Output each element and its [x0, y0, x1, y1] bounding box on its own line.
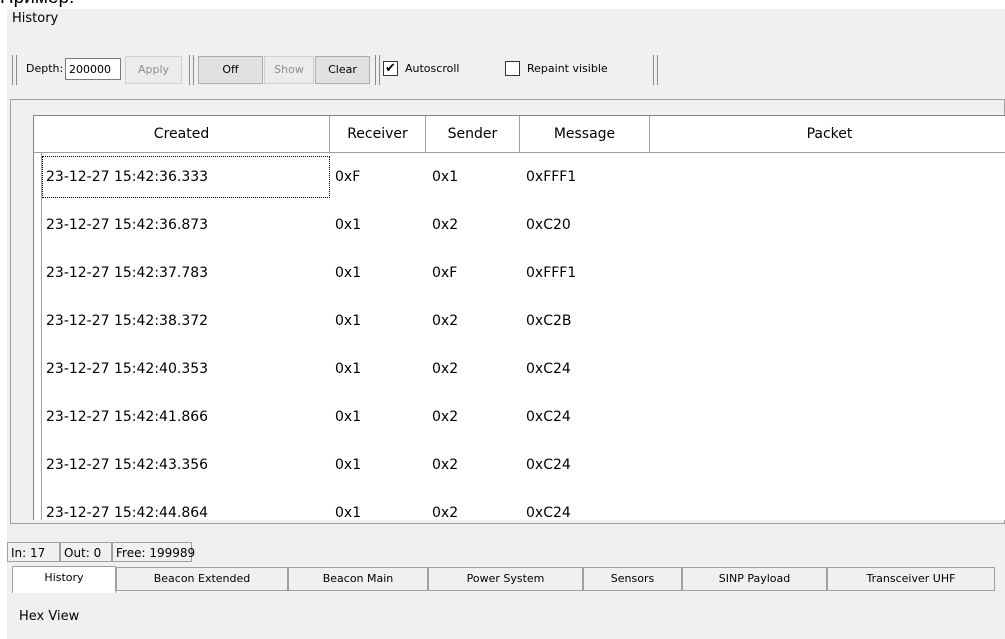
cell-receiver[interactable]: 0x1	[335, 489, 361, 520]
tab-history[interactable]: History	[12, 566, 116, 593]
column-header-created[interactable]: Created	[34, 116, 330, 153]
column-header-sender[interactable]: Sender	[426, 116, 520, 153]
cell-sender[interactable]: 0x2	[432, 393, 458, 441]
apply-button[interactable]: Apply	[125, 56, 182, 84]
cell-receiver[interactable]: 0x1	[335, 345, 361, 393]
cell-sender[interactable]: 0xF	[432, 249, 457, 297]
repaint-visible-label[interactable]: Repaint visible	[527, 62, 608, 75]
table-row[interactable]: 23-12-27 15:42:37.783 0x1 0xF 0xFFF1	[34, 249, 1005, 297]
cell-message[interactable]: 0xC20	[526, 201, 571, 249]
table-row[interactable]: 23-12-27 15:42:43.356 0x1 0x2 0xC24	[34, 441, 1005, 489]
cell-message[interactable]: 0xFFF1	[526, 153, 576, 201]
repaint-visible-checkbox[interactable]	[505, 61, 520, 76]
cell-message[interactable]: 0xFFF1	[526, 249, 576, 297]
tab-sensors[interactable]: Sensors	[583, 567, 682, 591]
autoscroll-checkbox[interactable]: ✔	[383, 61, 398, 76]
table-row[interactable]: 23-12-27 15:42:36.333 0xF 0x1 0xFFF1	[34, 153, 1005, 201]
clear-button[interactable]: Clear	[315, 56, 370, 84]
cell-sender[interactable]: 0x2	[432, 489, 458, 520]
cell-created[interactable]: 23-12-27 15:42:40.353	[46, 345, 208, 393]
caption-text: Пример:	[0, 0, 74, 9]
cell-created[interactable]: 23-12-27 15:42:37.783	[46, 249, 208, 297]
cell-receiver[interactable]: 0x1	[335, 393, 361, 441]
tab-strip: History Beacon Extended Beacon Main Powe…	[7, 566, 1005, 593]
history-window: History Depth: 200000 Apply Off Show Cle…	[7, 9, 1005, 639]
tab-beacon-extended[interactable]: Beacon Extended	[116, 567, 288, 591]
status-free: Free: 199989	[112, 542, 195, 562]
row-indicator	[34, 201, 42, 249]
toolbar-grip[interactable]	[375, 55, 380, 85]
depth-input[interactable]: 200000	[65, 58, 121, 80]
toolbar-grip[interactable]	[189, 55, 194, 85]
cell-receiver[interactable]: 0x1	[335, 297, 361, 345]
cell-created[interactable]: 23-12-27 15:42:44.864	[46, 489, 208, 520]
cell-sender[interactable]: 0x2	[432, 345, 458, 393]
cell-sender[interactable]: 0x2	[432, 201, 458, 249]
row-indicator	[34, 345, 42, 393]
row-indicator	[34, 393, 42, 441]
row-indicator	[34, 489, 42, 520]
off-button[interactable]: Off	[198, 56, 263, 84]
table-row[interactable]: 23-12-27 15:42:40.353 0x1 0x2 0xC24	[34, 345, 1005, 393]
cell-message[interactable]: 0xC2B	[526, 297, 571, 345]
cell-sender[interactable]: 0x2	[432, 441, 458, 489]
table-row[interactable]: 23-12-27 15:42:41.866 0x1 0x2 0xC24	[34, 393, 1005, 441]
hex-view-title: Hex View	[19, 609, 80, 624]
cell-receiver[interactable]: 0x1	[335, 249, 361, 297]
cell-created[interactable]: 23-12-27 15:42:43.356	[46, 441, 208, 489]
status-out: Out: 0	[60, 542, 112, 562]
cell-created[interactable]: 23-12-27 15:42:36.333	[46, 153, 208, 201]
toolbar: Depth: 200000 Apply Off Show Clear ✔ Aut…	[12, 53, 997, 87]
autoscroll-label[interactable]: Autoscroll	[405, 62, 459, 75]
toolbar-grip[interactable]	[12, 55, 17, 85]
cell-receiver[interactable]: 0x1	[335, 201, 361, 249]
tab-beacon-main[interactable]: Beacon Main	[288, 567, 428, 591]
cell-sender[interactable]: 0x2	[432, 297, 458, 345]
row-indicator	[34, 153, 42, 201]
messages-table[interactable]: Created Receiver Sender Message Packet 2…	[33, 115, 1005, 520]
row-indicator	[34, 249, 42, 297]
cell-message[interactable]: 0xC24	[526, 489, 571, 520]
table-row[interactable]: 23-12-27 15:42:36.873 0x1 0x2 0xC20	[34, 201, 1005, 249]
table-row[interactable]: 23-12-27 15:42:38.372 0x1 0x2 0xC2B	[34, 297, 1005, 345]
row-indicator	[34, 297, 42, 345]
status-in: In: 17	[7, 542, 60, 562]
show-button[interactable]: Show	[264, 56, 314, 84]
cell-created[interactable]: 23-12-27 15:42:36.873	[46, 201, 208, 249]
column-header-packet[interactable]: Packet	[650, 116, 1005, 153]
cell-message[interactable]: 0xC24	[526, 441, 571, 489]
toolbar-grip[interactable]	[653, 55, 658, 85]
tab-power-system[interactable]: Power System	[428, 567, 583, 591]
cell-created[interactable]: 23-12-27 15:42:38.372	[46, 297, 208, 345]
cell-created[interactable]: 23-12-27 15:42:41.866	[46, 393, 208, 441]
cell-message[interactable]: 0xC24	[526, 393, 571, 441]
table-row[interactable]: 23-12-27 15:42:44.864 0x1 0x2 0xC24	[34, 489, 1005, 520]
cell-receiver[interactable]: 0xF	[335, 153, 360, 201]
row-indicator	[34, 441, 42, 489]
cell-sender[interactable]: 0x1	[432, 153, 458, 201]
cell-message[interactable]: 0xC24	[526, 345, 571, 393]
window-title: History	[12, 11, 59, 26]
cell-receiver[interactable]: 0x1	[335, 441, 361, 489]
tab-transceiver-uhf[interactable]: Transceiver UHF	[827, 567, 995, 591]
depth-label: Depth:	[26, 62, 64, 75]
tab-sinp-payload[interactable]: SINP Payload	[682, 567, 827, 591]
column-header-receiver[interactable]: Receiver	[330, 116, 426, 153]
column-header-message[interactable]: Message	[520, 116, 650, 153]
